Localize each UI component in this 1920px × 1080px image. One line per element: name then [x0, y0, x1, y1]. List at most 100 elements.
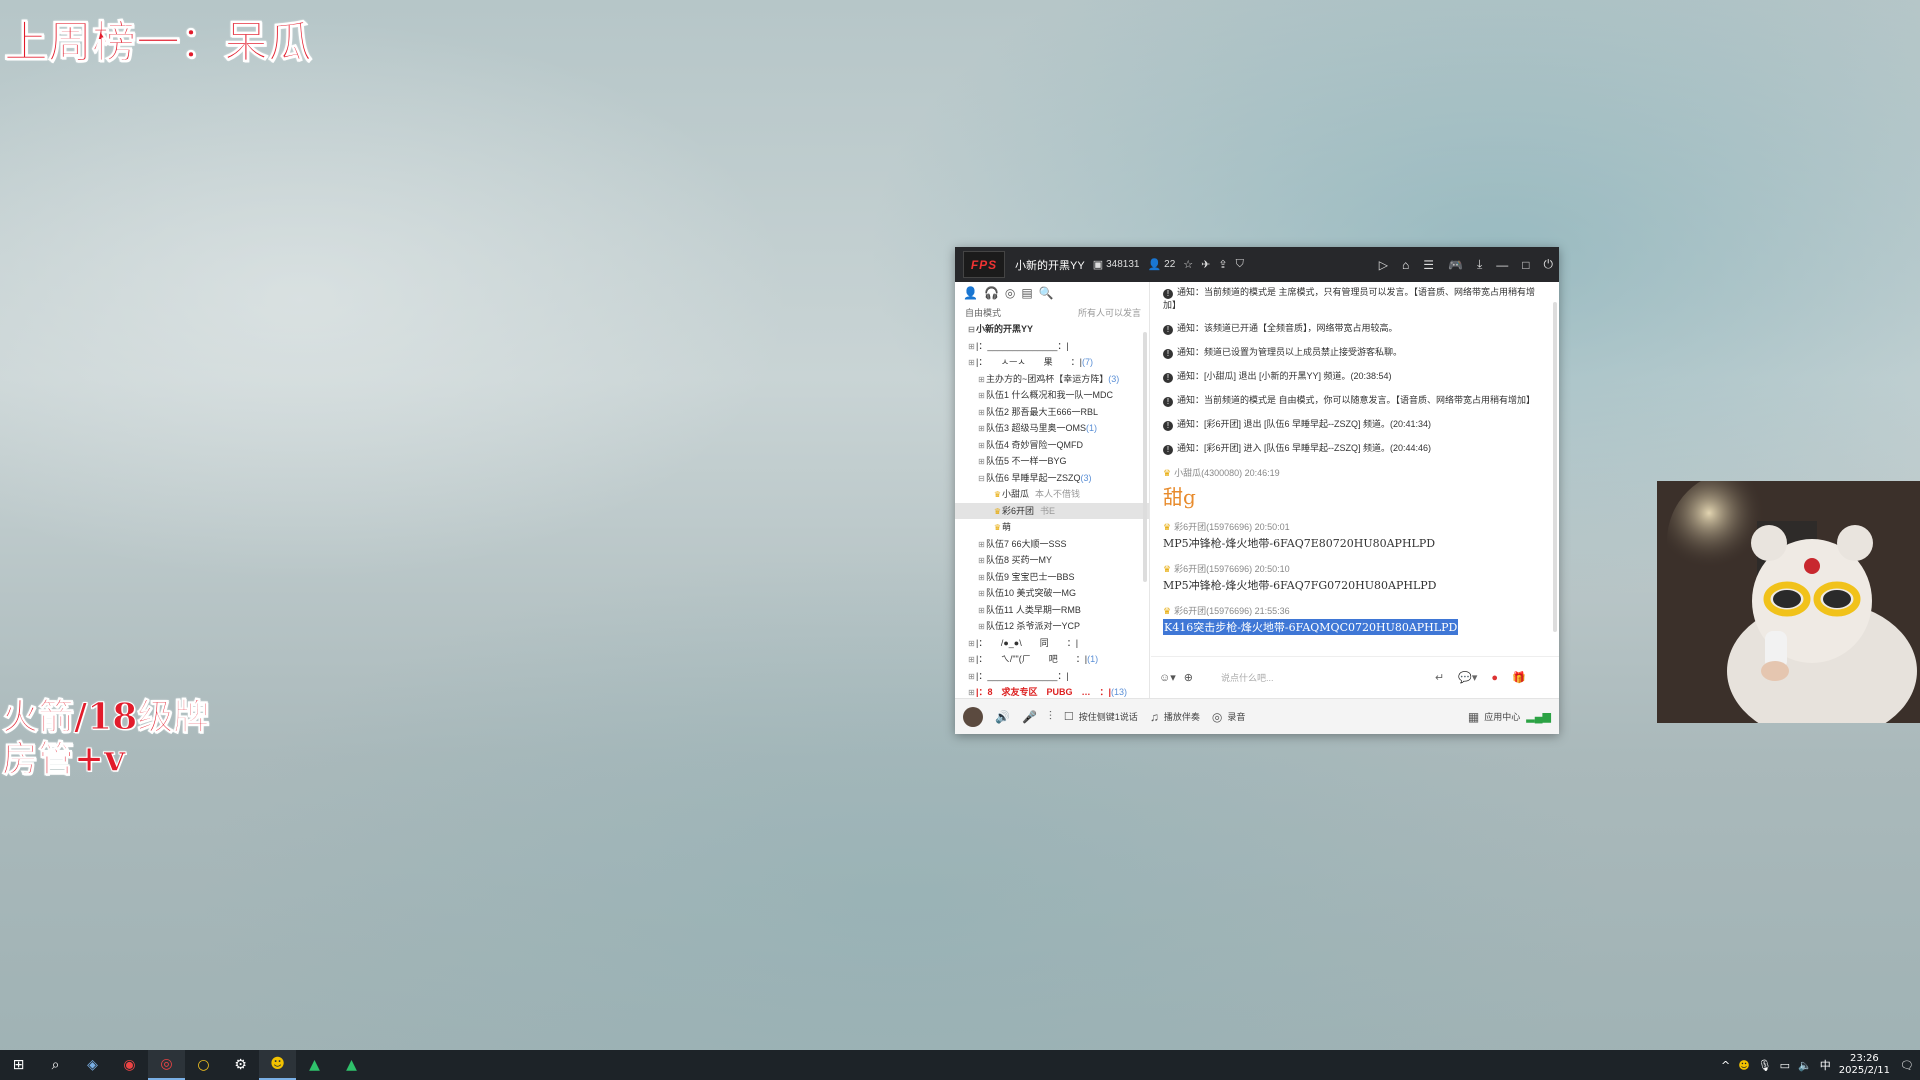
- record-button[interactable]: 录音: [1227, 710, 1245, 723]
- webcam-view: [1657, 481, 1920, 723]
- maximize-icon[interactable]: □: [1522, 258, 1529, 272]
- app-netease-icon[interactable]: ◎: [148, 1050, 185, 1080]
- chevron-up-icon[interactable]: ^: [1721, 1059, 1730, 1072]
- chat-panel: ! 通知：当前频道的模式是 主席模式，只有管理员可以发言。【语音质、网络带宽占用稍…: [1151, 282, 1559, 656]
- gamepad-icon[interactable]: 🎮: [1448, 258, 1463, 272]
- headset-icon[interactable]: 🎧: [984, 286, 999, 302]
- list-icon[interactable]: ☰: [1423, 258, 1434, 272]
- channel-tree-item[interactable]: ⊞队伍9 宝宝巴士一BBS: [955, 569, 1149, 586]
- start-windows-icon[interactable]: ⊞: [0, 1050, 37, 1080]
- tray-mic-icon[interactable]: 🎙: [1758, 1059, 1772, 1072]
- screenshot-icon[interactable]: ⊕: [1184, 671, 1193, 684]
- app-nav-icon[interactable]: ◈: [74, 1050, 111, 1080]
- microphone-icon[interactable]: 🎤: [1022, 710, 1037, 724]
- system-notice: ! 通知：当前频道的模式是 自由模式，你可以随意发言。【语音质、网络带宽占用稍有增…: [1163, 394, 1545, 407]
- steam-icon[interactable]: ⚙: [222, 1050, 259, 1080]
- expand-icon: ⊟: [968, 325, 975, 334]
- channel-tree-item[interactable]: ⊞队伍7 66大顺一SSS: [955, 536, 1149, 553]
- channel-tree-item[interactable]: ⊞队伍4 奇妙冒险一QMFD: [955, 437, 1149, 454]
- favorite-star-icon[interactable]: ☆: [1183, 258, 1193, 271]
- channel-tree-item[interactable]: ⊞|：8 求友专区 PUBG … ：|(13): [955, 684, 1149, 698]
- message-sender[interactable]: 彩6开团(15976696) 20:50:10: [1174, 564, 1290, 574]
- app-grid-icon[interactable]: ▦: [1468, 710, 1479, 724]
- notification-icon[interactable]: 🗨: [1900, 1059, 1914, 1072]
- dropdown-arrow-icon[interactable]: ⤓: [1477, 257, 1482, 272]
- emoji-icon[interactable]: ☺▾: [1159, 671, 1176, 684]
- clock[interactable]: 23:26 2025/2/11: [1839, 1053, 1890, 1077]
- app-yellow-ring-icon[interactable]: ○: [185, 1050, 222, 1080]
- channel-tree-item[interactable]: ⊞队伍2 那吾最大王666一RBL: [955, 404, 1149, 421]
- channel-tree-item[interactable]: ♛萌: [955, 519, 1149, 536]
- channel-tree-item[interactable]: ⊞队伍11 人类早期一RMB: [955, 602, 1149, 619]
- volume-icon[interactable]: 🔈: [1798, 1059, 1812, 1072]
- channel-tree-item[interactable]: ⊞队伍1 什么概况和我一队一MDC: [955, 387, 1149, 404]
- info-icon: !: [1163, 325, 1173, 335]
- search-icon[interactable]: ⌕: [37, 1050, 74, 1080]
- network-icon[interactable]: ▭: [1780, 1059, 1790, 1072]
- avatar[interactable]: [963, 706, 983, 727]
- channel-tree-item[interactable]: ⊞队伍5 不一样一BYG: [955, 453, 1149, 470]
- shield-icon[interactable]: ⛉: [1236, 258, 1244, 271]
- bubble-icon[interactable]: 💬▾: [1458, 671, 1477, 684]
- gift-box-icon[interactable]: 🎁: [1512, 671, 1526, 684]
- app-green-triangle-icon[interactable]: ▲: [296, 1050, 333, 1080]
- bottom-toolbar: 🔊 🎤 ⫶ ☐ 按住侧键1说话 ♫ 播放伴奏 ◎ 录音 ▦ 应用中心 ▂▄▆: [955, 698, 1559, 734]
- channel-tree-label: 小甜瓜: [1002, 489, 1030, 499]
- app-yy-icon[interactable]: ☻: [259, 1050, 296, 1080]
- app-center-button[interactable]: 应用中心: [1484, 710, 1520, 723]
- tree-scrollbar[interactable]: [1143, 332, 1147, 582]
- speaker-icon[interactable]: 🔊: [995, 710, 1010, 724]
- share-icon[interactable]: ⇪: [1218, 258, 1227, 271]
- channel-name: 小新的开黑YY: [1015, 259, 1085, 272]
- document-icon[interactable]: ▤: [1021, 286, 1032, 302]
- app-green-triangle2-icon[interactable]: ▲: [333, 1050, 370, 1080]
- channel-tree-item[interactable]: ⊞|： ㄟ/""(ㄏ 吧 ：|(1): [955, 651, 1149, 668]
- channel-tree-item[interactable]: ⊞主办方的~团鸡杯【幸运方阵】(3): [955, 371, 1149, 388]
- user-signature: 书E: [1040, 505, 1056, 516]
- location-icon[interactable]: ◎: [1005, 286, 1015, 302]
- channel-tree-item[interactable]: ♛彩6开团 书E: [955, 502, 1149, 519]
- channel-tree-item[interactable]: ⊞队伍10 美式突破一MG: [955, 585, 1149, 602]
- ime-indicator[interactable]: 中: [1820, 1057, 1831, 1073]
- tree-root[interactable]: ⊟小新的开黑YY: [955, 321, 1149, 338]
- chat-scrollbar[interactable]: [1553, 302, 1557, 632]
- home-icon[interactable]: ⌂: [1402, 258, 1409, 272]
- accompany-button[interactable]: 播放伴奏: [1164, 710, 1200, 723]
- minimize-icon[interactable]: —: [1496, 258, 1508, 272]
- channel-tree-item[interactable]: ⊟队伍6 早睡早起一ZSZQ(3): [955, 470, 1149, 487]
- message-sender[interactable]: 小甜瓜(4300080) 20:46:19: [1174, 468, 1280, 478]
- channel-tree-item[interactable]: ⊞|： ㅅㅡㅅ 果 ：|(7): [955, 354, 1149, 371]
- app-red-circle-icon[interactable]: ◉: [111, 1050, 148, 1080]
- music-icon[interactable]: ♫: [1150, 710, 1159, 724]
- enter-icon[interactable]: ↵: [1435, 671, 1444, 684]
- channel-tree-item[interactable]: ⊞|：______________：|: [955, 668, 1149, 685]
- message-sender[interactable]: 彩6开团(15976696) 21:55:36: [1174, 606, 1290, 616]
- mixer-icon[interactable]: ⫶: [1049, 709, 1052, 724]
- search-icon[interactable]: 🔍: [1039, 286, 1054, 302]
- system-notice: ! 通知：[彩6开团] 退出 [队伍6 早睡早起--ZSZQ] 频道。(20:41…: [1163, 418, 1545, 431]
- chat-input[interactable]: 说点什么吧...: [1221, 671, 1421, 684]
- channel-tree-item[interactable]: ⊞队伍3 超级马里奥一OMS(1): [955, 420, 1149, 437]
- channel-tree-item[interactable]: ⊞队伍8 买药一MY: [955, 552, 1149, 569]
- channel-tree-item[interactable]: ⊞|： /●_●\ 同 ：|: [955, 635, 1149, 652]
- notice-text: 通知：当前频道的模式是 自由模式，你可以随意发言。【语音质、网络带宽占用稍有增加…: [1177, 395, 1536, 405]
- channel-tree-label: 队伍7 66大顺一SSS: [986, 538, 1067, 549]
- channel-id-icon: ▣: [1092, 259, 1104, 271]
- channel-tree-item[interactable]: ⊞|：______________：|: [955, 338, 1149, 355]
- user-icon[interactable]: 👤: [963, 286, 978, 302]
- channel-tree-label: 队伍11 人类早期一RMB: [986, 604, 1081, 615]
- power-icon[interactable]: ⏻: [1544, 257, 1554, 272]
- plane-icon[interactable]: ✈: [1201, 258, 1210, 271]
- record-icon[interactable]: ◎: [1212, 710, 1222, 724]
- message-sender[interactable]: 彩6开团(15976696) 20:50:01: [1174, 522, 1290, 532]
- expand-icon: ⊞: [978, 539, 985, 549]
- video-icon[interactable]: ▷: [1379, 258, 1388, 272]
- channel-logo[interactable]: FPS: [963, 251, 1005, 278]
- channel-tree-label: |： ㅅㅡㅅ 果 ：|: [976, 357, 1083, 367]
- ptt-checkbox[interactable]: ☐: [1064, 710, 1074, 723]
- gift-flower-icon[interactable]: ●: [1491, 672, 1498, 684]
- system-notice: ! 通知：当前频道的模式是 主席模式，只有管理员可以发言。【语音质、网络带宽占用稍…: [1163, 286, 1545, 311]
- tray-yy-icon[interactable]: ☻: [1738, 1059, 1749, 1072]
- channel-tree-item[interactable]: ♛小甜瓜 本人不借钱: [955, 486, 1149, 503]
- channel-tree-item[interactable]: ⊞队伍12 杀爷派对一YCP: [955, 618, 1149, 635]
